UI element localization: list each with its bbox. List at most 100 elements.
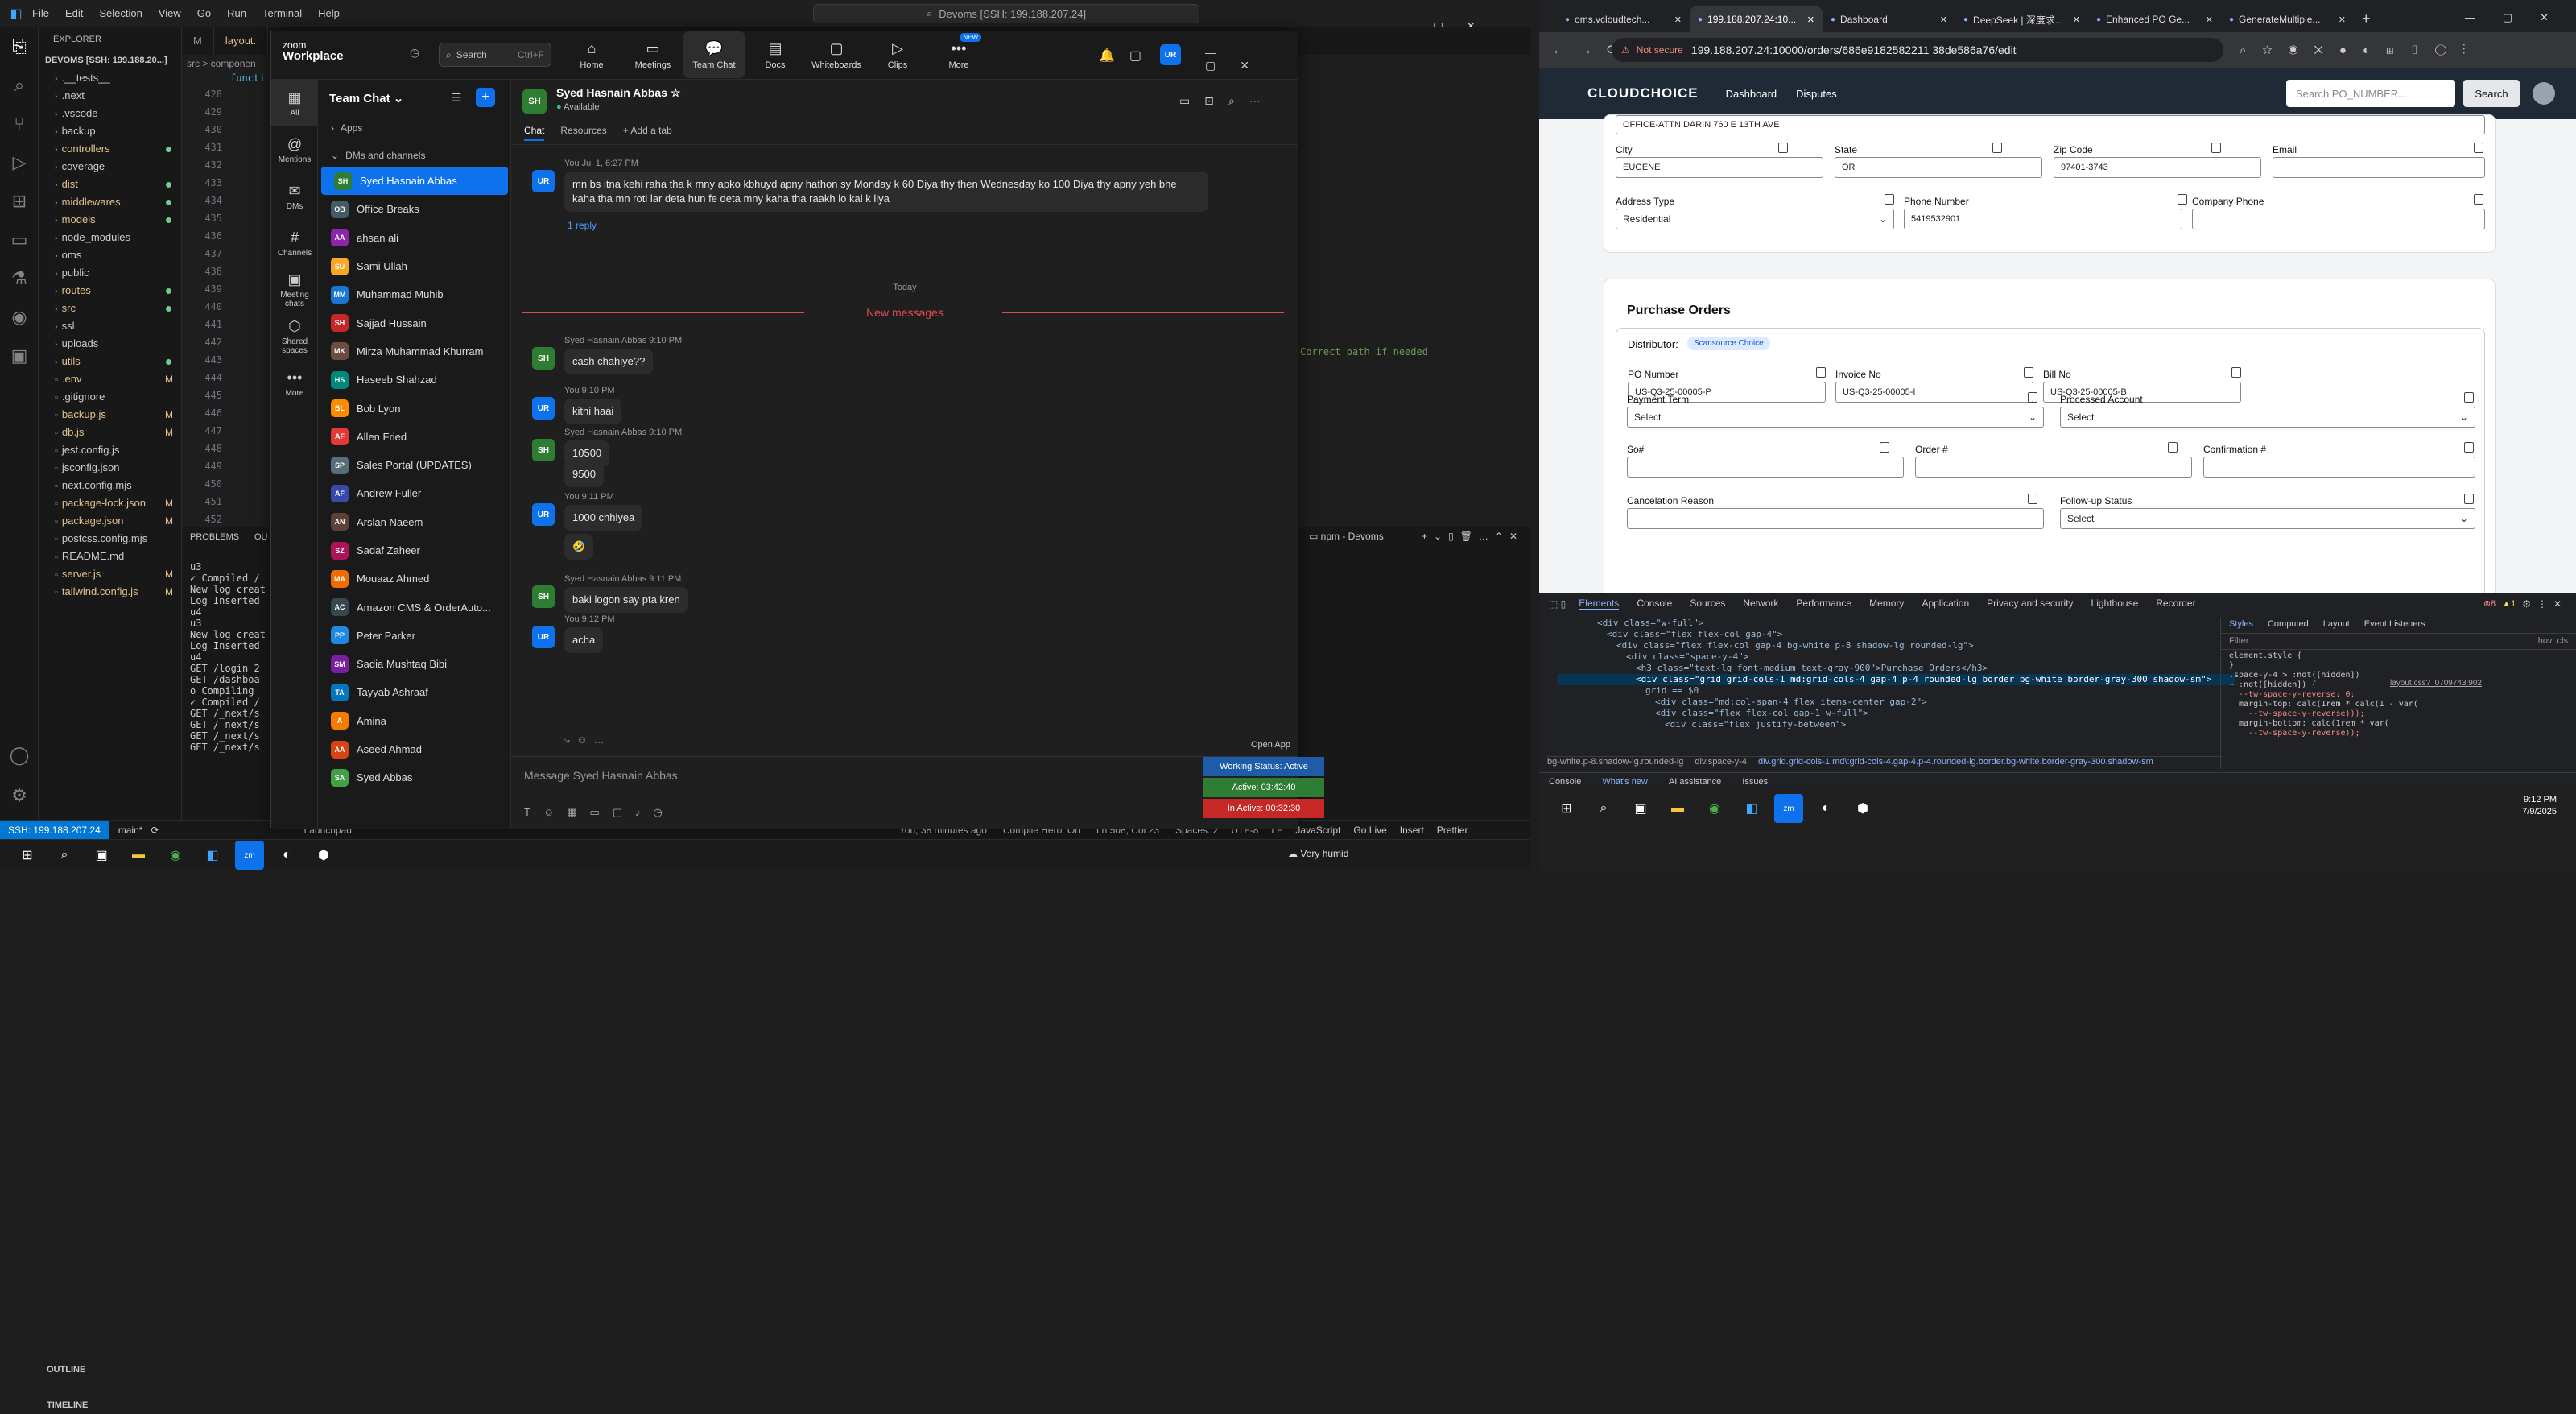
history-icon[interactable]: ◷	[410, 46, 419, 60]
devtools-tab[interactable]: Sources	[1690, 597, 1725, 610]
tab-output[interactable]: OU	[254, 532, 268, 542]
devtools-settings-icons[interactable]: ⚙⋮✕	[2522, 598, 2568, 610]
tab-resources[interactable]: Resources	[560, 125, 606, 141]
file-tree-item[interactable]: › controllers	[39, 140, 181, 158]
nav-more[interactable]: ••• More NEW	[928, 31, 989, 78]
devtools-tab[interactable]: Privacy and security	[1987, 597, 2073, 610]
open-app-link[interactable]: Open App	[1251, 740, 1290, 750]
menu-item[interactable]: Run	[227, 7, 246, 19]
outline-section[interactable]: OUTLINE	[39, 1361, 182, 1379]
dom-node[interactable]: <div class="flex flex-col gap-1 w-full">	[1558, 708, 2235, 719]
chat-header-actions[interactable]: ▭⊡⌕⋯	[1179, 94, 1275, 108]
file-tree-item[interactable]: ▫ jsconfig.json	[39, 459, 181, 477]
zoom-top-icons[interactable]: 🔔▢	[1099, 48, 1156, 64]
chat-message[interactable]: UR You 9:10 PM kitni haai	[532, 386, 622, 424]
drawer-tab[interactable]: AI assistance	[1669, 777, 1721, 787]
invoice-input[interactable]: US-Q3-25-00005-I	[1835, 382, 2033, 403]
task-view-icon[interactable]: ▣	[87, 841, 116, 870]
terminal-name[interactable]: ▭ npm - Devoms	[1309, 531, 1384, 542]
copy-icon[interactable]	[2178, 194, 2187, 205]
weather-widget[interactable]: ☁ Very humid	[1288, 848, 1348, 859]
dom-node[interactable]: grid == $0	[1558, 685, 2235, 697]
chrome-icon[interactable]: ◉	[1700, 794, 1729, 823]
vscode-icon[interactable]: ◧	[198, 841, 227, 870]
state-input[interactable]: OR	[1835, 157, 2042, 178]
nav-clips[interactable]: ▷ Clips	[867, 31, 928, 78]
windows-start-icon[interactable]: ⊞	[13, 841, 42, 870]
nav-home[interactable]: ⌂ Home	[561, 31, 622, 78]
testing-icon[interactable]: ⚗	[0, 259, 39, 298]
user-avatar-icon[interactable]	[2533, 82, 2555, 105]
dom-breadcrumb-item[interactable]: div.grid.grid-cols-1.md\:grid-cols-4.gap…	[1758, 757, 2153, 767]
order-input[interactable]	[1915, 457, 2192, 478]
copy-icon[interactable]	[2028, 494, 2037, 504]
copy-icon[interactable]	[2028, 392, 2037, 403]
contact-item[interactable]: SA Syed Abbas	[318, 763, 511, 792]
go-live[interactable]: Go Live	[1353, 825, 1386, 836]
search-icon[interactable]: ⌕	[0, 66, 39, 105]
copy-icon[interactable]	[1778, 143, 1788, 153]
insert-mode[interactable]: Insert	[1400, 825, 1424, 836]
rail-dms[interactable]: ✉ DMs	[271, 173, 318, 220]
file-tree-item[interactable]: › node_modules	[39, 229, 181, 246]
remote-indicator[interactable]: SSH: 199.188.207.24	[0, 820, 109, 840]
address-type-select[interactable]: Residential ⌄	[1616, 209, 1894, 229]
file-tree-item[interactable]: › src	[39, 300, 181, 317]
brand-logo[interactable]: CLOUDCHOICE	[1587, 85, 1699, 101]
search-icon[interactable]: ⌕	[1589, 794, 1618, 823]
rail-meeting-chats[interactable]: ▣ Meeting chats	[271, 267, 318, 313]
dom-breadcrumb-item[interactable]: bg-white.p-8.shadow-lg.rounded-lg	[1547, 757, 1683, 767]
styles-tab[interactable]: Computed	[2268, 619, 2309, 631]
dm-section[interactable]: ⌄ DMs and channels	[318, 141, 511, 170]
copy-icon[interactable]	[2024, 367, 2033, 378]
contact-item[interactable]: SU Sami Ullah	[318, 252, 511, 280]
copy-icon[interactable]	[2464, 442, 2474, 453]
window-controls[interactable]: —▢✕	[1205, 46, 1298, 72]
contact-item[interactable]: MA Mouaaz Ahmed	[318, 564, 511, 593]
copy-icon[interactable]	[2474, 194, 2483, 205]
file-tree-item[interactable]: › routes	[39, 282, 181, 300]
contact-item[interactable]: SP Sales Portal (UPDATES)	[318, 451, 511, 479]
copy-icon[interactable]	[1885, 194, 1894, 205]
menu-item[interactable]: Terminal	[262, 7, 302, 19]
confirmation-input[interactable]	[2203, 457, 2475, 478]
devtools-tab[interactable]: Memory	[1869, 597, 1904, 610]
chrome-icon[interactable]: ◉	[161, 841, 190, 870]
file-tree-item[interactable]: ▫ README.md	[39, 548, 181, 565]
contact-item[interactable]: BL Bob Lyon	[318, 394, 511, 422]
address-line-input[interactable]: OFFICE-ATTN DARIN 760 E 13TH AVE	[1616, 115, 2485, 134]
rail-channels[interactable]: # Channels	[271, 220, 318, 267]
contact-item[interactable]: SZ Sadaf Zaheer	[318, 536, 511, 564]
new-tab-icon[interactable]: +	[2362, 10, 2371, 27]
file-tree-item[interactable]: ▫ jest.config.js	[39, 441, 181, 459]
copy-icon[interactable]	[1816, 367, 1826, 378]
menu-item[interactable]: Edit	[65, 7, 83, 19]
styles-tab[interactable]: Layout	[2323, 619, 2350, 631]
dom-node[interactable]: <div class="md:col-span-4 flex items-cen…	[1558, 697, 2235, 708]
file-tree-item[interactable]: ▫ tailwind.config.js M	[39, 583, 181, 601]
dom-breadcrumb-item[interactable]: div.space-y-4	[1695, 757, 1747, 767]
copy-icon[interactable]	[2474, 143, 2483, 153]
account-icon[interactable]: ◯	[0, 736, 39, 775]
rail-mentions[interactable]: @ Mentions	[271, 126, 318, 173]
menu-item[interactable]: Selection	[99, 7, 142, 19]
devtools-tab[interactable]: Application	[1922, 597, 1969, 610]
chat-message[interactable]: 9500	[564, 461, 604, 487]
file-explorer-icon[interactable]: ▬	[1663, 794, 1692, 823]
contact-item[interactable]: AC Amazon CMS & OrderAuto...	[318, 593, 511, 621]
po-search-input[interactable]: Search PO_NUMBER...	[2286, 80, 2455, 107]
message-actions[interactable]: ⤷☺…	[564, 734, 611, 746]
css-rules[interactable]: element.style {} .space-y-4 > :not([hidde…	[2221, 650, 2576, 740]
follow-up-select[interactable]: Select ⌄	[2060, 508, 2475, 529]
star-icon[interactable]: ☆	[671, 86, 681, 99]
close-icon[interactable]: ✕	[1807, 14, 1814, 25]
app-icon[interactable]: ⬢	[309, 841, 338, 870]
browser-tab[interactable]: ● GenerateMultiple... ✕	[2221, 6, 2354, 32]
search-icon[interactable]: ⌕	[50, 841, 79, 870]
app-icon[interactable]: ◐	[1811, 794, 1840, 823]
rail-shared-spaces[interactable]: ⬡ Shared spaces	[271, 313, 318, 360]
warning-count[interactable]: ▲1	[2502, 599, 2516, 609]
nav-meetings[interactable]: ▭ Meetings	[622, 31, 683, 78]
github-icon[interactable]: ◉	[0, 298, 39, 337]
file-tree-item[interactable]: › .__tests__	[39, 69, 181, 87]
